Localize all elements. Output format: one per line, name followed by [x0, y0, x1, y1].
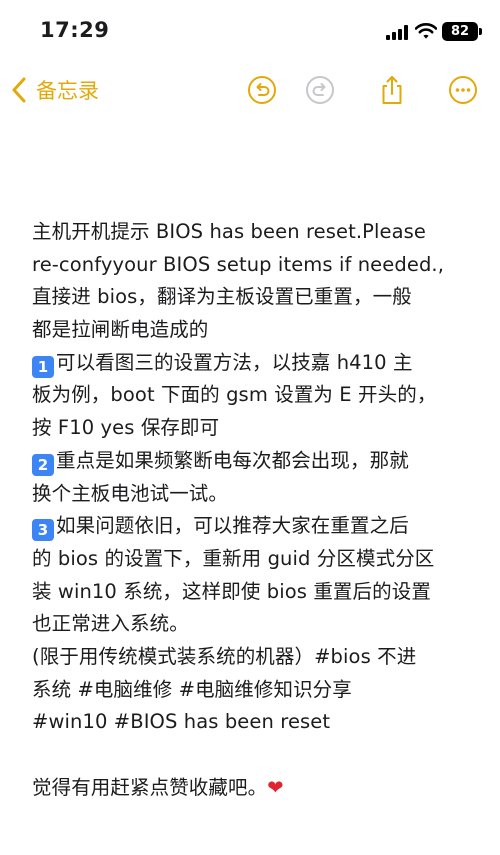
note-line-text: 都是拉闸断电造成的	[32, 318, 209, 342]
battery-icon: 82	[442, 22, 478, 41]
note-line: 的 bios 的设置下，重新用 guid 分区模式分区	[32, 543, 482, 576]
redo-button[interactable]	[304, 72, 336, 108]
status-bar: 17:29 82	[0, 0, 500, 60]
note-line: 2 重点是如果频繁断电每次都会出现，那就	[32, 445, 482, 478]
note-line: 都是拉闸断电造成的	[32, 314, 482, 347]
redo-icon	[306, 76, 334, 104]
note-line-text: 直接进 bios，翻译为主板设置已重置，一般	[32, 285, 412, 309]
number-keycap-emoji: 2	[32, 453, 54, 476]
note-line: 按 F10 yes 保存即可	[32, 412, 482, 445]
note-line-text: 重点是如果频繁断电每次都会出现，那就	[56, 448, 409, 472]
undo-icon	[248, 76, 276, 104]
back-label: 备忘录	[36, 79, 99, 103]
note-line: 主机开机提示 BIOS has been reset.Please	[32, 216, 482, 249]
cellular-signal-icon	[386, 25, 408, 40]
note-line-text: 也正常进入系统。	[32, 612, 189, 636]
note-line: 装 win10 系统，这样即使 bios 重置后的设置	[32, 576, 482, 609]
wifi-icon	[415, 23, 437, 39]
note-body[interactable]: 主机开机提示 BIOS has been reset.Please re-conf…	[32, 216, 482, 804]
share-icon	[382, 76, 402, 104]
number-keycap-emoji: 3	[32, 519, 54, 542]
note-line-text: #win10 #BIOS has been reset	[32, 710, 331, 734]
note-closing-line: 觉得有用赶紧点赞收藏吧。❤	[32, 772, 482, 805]
note-line-text: 装 win10 系统，这样即使 bios 重置后的设置	[32, 579, 431, 603]
note-line-text: 系统 #电脑维修 #电脑维修知识分享	[32, 677, 352, 701]
note-line: 直接进 bios，翻译为主板设置已重置，一般	[32, 281, 482, 314]
more-icon	[449, 76, 477, 104]
note-line-text: (限于用传统模式装系统的机器）#bios 不进	[32, 644, 417, 668]
note-line-text: 的 bios 的设置下，重新用 guid 分区模式分区	[32, 546, 435, 570]
battery-tip	[479, 28, 482, 35]
notes-toolbar: 备忘录	[0, 66, 500, 114]
note-line: re-confyyour BIOS setup items if needed.…	[32, 249, 482, 282]
number-keycap-emoji: 1	[32, 355, 54, 378]
note-line-text: re-confyyour BIOS setup items if needed.…	[32, 252, 445, 276]
share-button[interactable]	[376, 72, 408, 108]
note-line: 系统 #电脑维修 #电脑维修知识分享	[32, 674, 482, 707]
note-line-text: 如果问题依旧，可以推荐大家在重置之后	[56, 514, 409, 538]
note-line: 1 可以看图三的设置方法，以技嘉 h410 主	[32, 347, 482, 380]
note-line-text: 板为例，boot 下面的 gsm 设置为 E 开头的，	[32, 383, 437, 407]
note-line: 换个主板电池试一试。	[32, 478, 482, 511]
note-closing-text: 觉得有用赶紧点赞收藏吧。	[32, 775, 268, 799]
note-line: 板为例，boot 下面的 gsm 设置为 E 开头的，	[32, 379, 482, 412]
undo-button[interactable]	[246, 72, 278, 108]
note-line-text: 换个主板电池试一试。	[32, 481, 229, 505]
note-line-text: 按 F10 yes 保存即可	[32, 416, 220, 440]
note-line-text: 主机开机提示 BIOS has been reset.Please	[32, 220, 427, 243]
note-line-text: 可以看图三的设置方法，以技嘉 h410 主	[56, 350, 413, 374]
more-button[interactable]	[447, 72, 479, 108]
note-line: 也正常进入系统。	[32, 608, 482, 641]
status-time: 17:29	[40, 18, 110, 42]
heart-emoji-icon: ❤	[267, 775, 284, 799]
back-button[interactable]: 备忘录	[10, 72, 99, 108]
chevron-left-icon	[12, 77, 26, 103]
note-line: #win10 #BIOS has been reset	[32, 706, 482, 739]
note-line: (限于用传统模式装系统的机器）#bios 不进	[32, 641, 482, 674]
note-line: 3 如果问题依旧，可以推荐大家在重置之后	[32, 510, 482, 543]
